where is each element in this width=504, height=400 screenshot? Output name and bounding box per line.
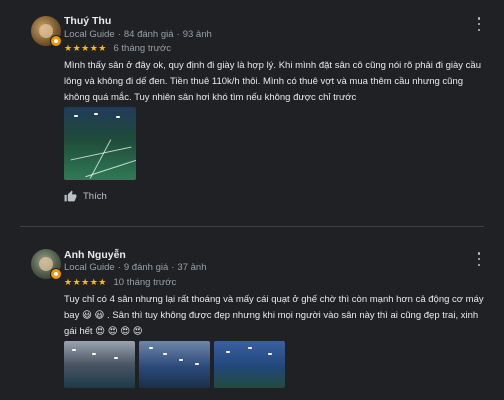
more-vert-icon — [477, 17, 481, 20]
review-count: 84 đánh giá — [123, 29, 174, 40]
rating-row: ★★★★★ 6 tháng trước — [64, 43, 171, 54]
review-text: Mình thấy sân ở đây ok, quy định đi giày… — [64, 60, 481, 103]
photo-count: 37 ảnh — [177, 262, 207, 273]
local-guide-badge-icon — [50, 35, 62, 47]
reviews-panel: Thuý Thu Local Guide · 84 đánh giá · 93 ảnh … — [0, 0, 504, 400]
review-time: 6 tháng trước — [113, 43, 171, 54]
review-photo[interactable] — [139, 341, 210, 388]
more-options-button[interactable] — [474, 17, 484, 31]
like-label: Thích — [83, 190, 107, 202]
star-rating: ★★★★★ — [64, 43, 107, 53]
star-rating: ★★★★★ — [64, 277, 107, 287]
rating-row: ★★★★★ 10 tháng trước — [64, 277, 176, 288]
reviewer-name[interactable]: Anh Nguyễn — [64, 249, 126, 261]
review-text: Tuy chỉ có 4 sân nhưng lại rất thoáng và… — [64, 294, 484, 337]
review-photo[interactable] — [64, 107, 136, 180]
local-guide-badge-icon — [50, 268, 62, 280]
divider — [20, 226, 484, 227]
review-count: 9 đánh giá — [123, 262, 169, 273]
photo-count: 93 ảnh — [182, 29, 212, 40]
reviewer-meta: Local Guide · 9 đánh giá · 37 ảnh — [64, 262, 207, 273]
local-guide-label: Local Guide — [64, 262, 115, 273]
review-photo[interactable] — [214, 341, 285, 388]
review-time: 10 tháng trước — [113, 277, 177, 288]
review-photo[interactable] — [64, 341, 135, 388]
like-button[interactable]: Thích — [64, 190, 107, 202]
reviewer-meta: Local Guide · 84 đánh giá · 93 ảnh — [64, 29, 212, 40]
local-guide-label: Local Guide — [64, 29, 115, 40]
more-vert-icon — [477, 252, 481, 255]
thumb-up-icon — [64, 190, 77, 202]
reviewer-name[interactable]: Thuý Thu — [64, 15, 111, 27]
more-options-button[interactable] — [474, 252, 484, 266]
